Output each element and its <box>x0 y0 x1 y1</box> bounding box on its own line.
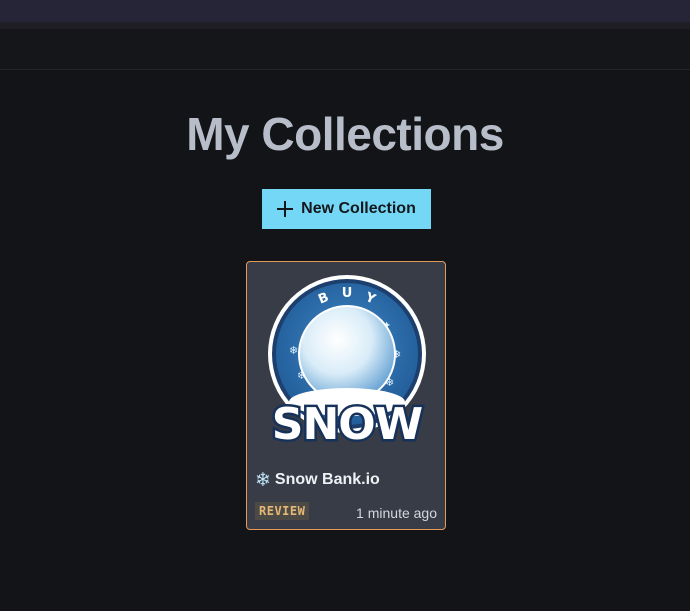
plus-icon <box>277 201 294 217</box>
collection-logo-image: ❄ ❄ ❄ ❄ ✦ ✦ B U Y SNOW <box>268 275 426 453</box>
svg-text:❄: ❄ <box>289 344 298 357</box>
collection-card[interactable]: ❄ ❄ ❄ ❄ ✦ ✦ B U Y SNOW ❄ Snow Bank.io RE… <box>246 261 446 530</box>
status-badge: REVIEW <box>255 502 310 520</box>
header-divider <box>0 22 690 29</box>
sub-navigation-bar <box>0 29 690 70</box>
last-updated-time: 1 minute ago <box>356 505 437 521</box>
new-collection-button[interactable]: New Collection <box>262 189 431 229</box>
collection-name: Snow Bank.io <box>274 471 380 488</box>
snowflake-icon: ❄ <box>255 469 271 491</box>
top-header-bar <box>0 0 690 22</box>
logo-letter: U <box>342 286 353 301</box>
new-collection-label: New Collection <box>301 200 416 217</box>
collection-title-row: ❄ Snow Bank.io <box>255 470 380 490</box>
logo-wordmark: SNOW <box>272 399 423 450</box>
page-title: My Collections <box>186 108 504 160</box>
